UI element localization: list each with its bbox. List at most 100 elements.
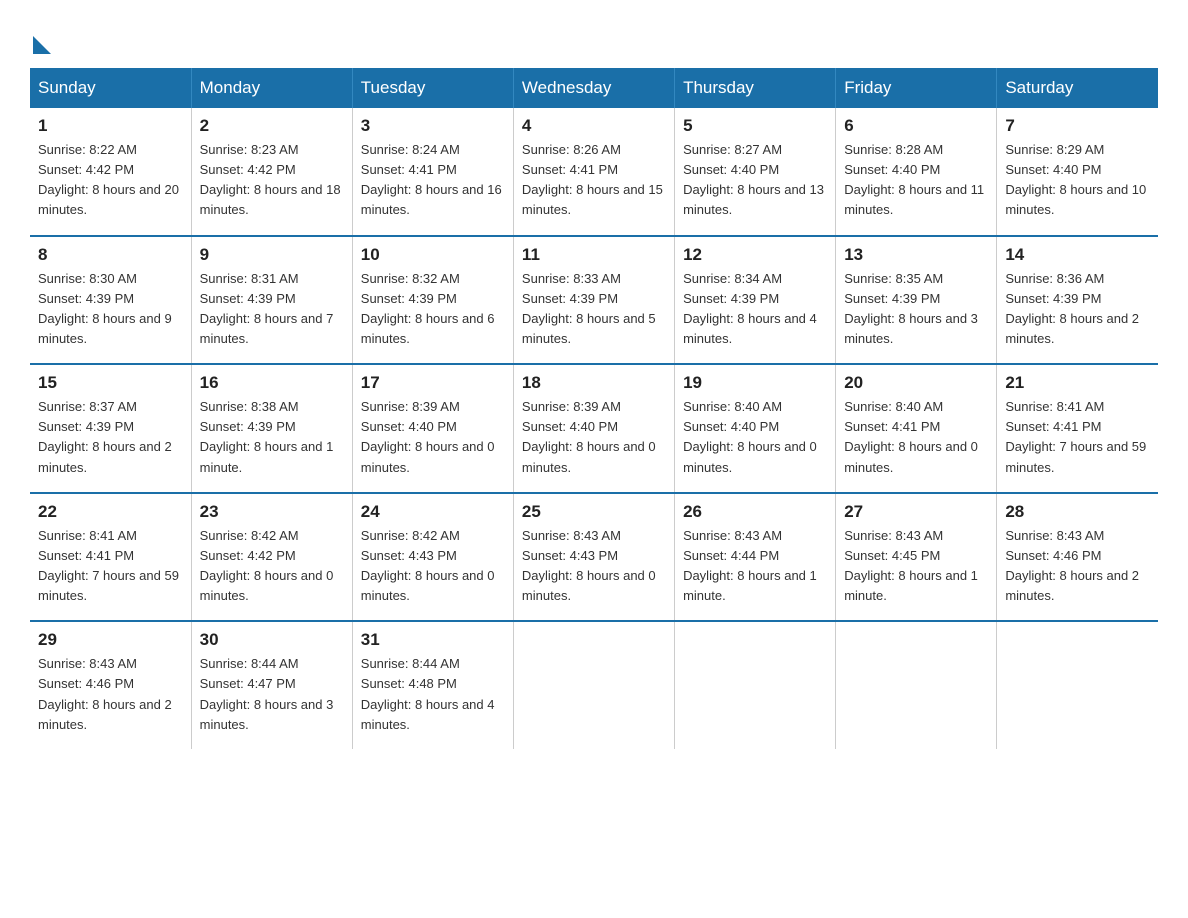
- day-number: 10: [361, 245, 505, 265]
- calendar-cell: 18 Sunrise: 8:39 AMSunset: 4:40 PMDaylig…: [513, 364, 674, 493]
- day-info: Sunrise: 8:39 AMSunset: 4:40 PMDaylight:…: [361, 399, 495, 474]
- day-number: 18: [522, 373, 666, 393]
- day-number: 20: [844, 373, 988, 393]
- day-number: 28: [1005, 502, 1150, 522]
- header-friday: Friday: [836, 68, 997, 108]
- calendar-cell: 11 Sunrise: 8:33 AMSunset: 4:39 PMDaylig…: [513, 236, 674, 365]
- calendar-cell: 6 Sunrise: 8:28 AMSunset: 4:40 PMDayligh…: [836, 108, 997, 236]
- calendar-cell: 20 Sunrise: 8:40 AMSunset: 4:41 PMDaylig…: [836, 364, 997, 493]
- day-number: 29: [38, 630, 183, 650]
- day-number: 14: [1005, 245, 1150, 265]
- calendar-cell: 17 Sunrise: 8:39 AMSunset: 4:40 PMDaylig…: [352, 364, 513, 493]
- calendar-cell: 28 Sunrise: 8:43 AMSunset: 4:46 PMDaylig…: [997, 493, 1158, 622]
- calendar-cell: 3 Sunrise: 8:24 AMSunset: 4:41 PMDayligh…: [352, 108, 513, 236]
- day-info: Sunrise: 8:24 AMSunset: 4:41 PMDaylight:…: [361, 142, 502, 217]
- calendar-cell: 12 Sunrise: 8:34 AMSunset: 4:39 PMDaylig…: [675, 236, 836, 365]
- calendar-cell: 31 Sunrise: 8:44 AMSunset: 4:48 PMDaylig…: [352, 621, 513, 749]
- header-thursday: Thursday: [675, 68, 836, 108]
- calendar-cell: 8 Sunrise: 8:30 AMSunset: 4:39 PMDayligh…: [30, 236, 191, 365]
- calendar-cell: [997, 621, 1158, 749]
- day-info: Sunrise: 8:28 AMSunset: 4:40 PMDaylight:…: [844, 142, 984, 217]
- calendar-cell: 30 Sunrise: 8:44 AMSunset: 4:47 PMDaylig…: [191, 621, 352, 749]
- calendar-cell: 9 Sunrise: 8:31 AMSunset: 4:39 PMDayligh…: [191, 236, 352, 365]
- day-info: Sunrise: 8:44 AMSunset: 4:47 PMDaylight:…: [200, 656, 334, 731]
- day-info: Sunrise: 8:35 AMSunset: 4:39 PMDaylight:…: [844, 271, 978, 346]
- calendar-cell: 25 Sunrise: 8:43 AMSunset: 4:43 PMDaylig…: [513, 493, 674, 622]
- day-info: Sunrise: 8:26 AMSunset: 4:41 PMDaylight:…: [522, 142, 663, 217]
- calendar-week-row: 1 Sunrise: 8:22 AMSunset: 4:42 PMDayligh…: [30, 108, 1158, 236]
- day-number: 3: [361, 116, 505, 136]
- calendar-cell: 23 Sunrise: 8:42 AMSunset: 4:42 PMDaylig…: [191, 493, 352, 622]
- day-info: Sunrise: 8:44 AMSunset: 4:48 PMDaylight:…: [361, 656, 495, 731]
- calendar-cell: [675, 621, 836, 749]
- day-info: Sunrise: 8:31 AMSunset: 4:39 PMDaylight:…: [200, 271, 334, 346]
- day-info: Sunrise: 8:37 AMSunset: 4:39 PMDaylight:…: [38, 399, 172, 474]
- day-info: Sunrise: 8:41 AMSunset: 4:41 PMDaylight:…: [1005, 399, 1146, 474]
- day-number: 19: [683, 373, 827, 393]
- logo: [30, 30, 51, 50]
- day-number: 16: [200, 373, 344, 393]
- day-number: 6: [844, 116, 988, 136]
- header-wednesday: Wednesday: [513, 68, 674, 108]
- calendar-cell: 19 Sunrise: 8:40 AMSunset: 4:40 PMDaylig…: [675, 364, 836, 493]
- day-info: Sunrise: 8:41 AMSunset: 4:41 PMDaylight:…: [38, 528, 179, 603]
- calendar-table: SundayMondayTuesdayWednesdayThursdayFrid…: [30, 68, 1158, 749]
- day-number: 17: [361, 373, 505, 393]
- calendar-cell: [836, 621, 997, 749]
- day-info: Sunrise: 8:42 AMSunset: 4:42 PMDaylight:…: [200, 528, 334, 603]
- day-number: 21: [1005, 373, 1150, 393]
- day-number: 7: [1005, 116, 1150, 136]
- calendar-week-row: 22 Sunrise: 8:41 AMSunset: 4:41 PMDaylig…: [30, 493, 1158, 622]
- day-number: 11: [522, 245, 666, 265]
- day-info: Sunrise: 8:40 AMSunset: 4:40 PMDaylight:…: [683, 399, 817, 474]
- day-info: Sunrise: 8:36 AMSunset: 4:39 PMDaylight:…: [1005, 271, 1139, 346]
- calendar-cell: 26 Sunrise: 8:43 AMSunset: 4:44 PMDaylig…: [675, 493, 836, 622]
- calendar-cell: 15 Sunrise: 8:37 AMSunset: 4:39 PMDaylig…: [30, 364, 191, 493]
- calendar-cell: [513, 621, 674, 749]
- day-info: Sunrise: 8:30 AMSunset: 4:39 PMDaylight:…: [38, 271, 172, 346]
- day-info: Sunrise: 8:43 AMSunset: 4:46 PMDaylight:…: [38, 656, 172, 731]
- calendar-week-row: 8 Sunrise: 8:30 AMSunset: 4:39 PMDayligh…: [30, 236, 1158, 365]
- day-number: 25: [522, 502, 666, 522]
- day-info: Sunrise: 8:32 AMSunset: 4:39 PMDaylight:…: [361, 271, 495, 346]
- calendar-cell: 24 Sunrise: 8:42 AMSunset: 4:43 PMDaylig…: [352, 493, 513, 622]
- day-info: Sunrise: 8:27 AMSunset: 4:40 PMDaylight:…: [683, 142, 824, 217]
- calendar-cell: 7 Sunrise: 8:29 AMSunset: 4:40 PMDayligh…: [997, 108, 1158, 236]
- day-number: 15: [38, 373, 183, 393]
- day-info: Sunrise: 8:40 AMSunset: 4:41 PMDaylight:…: [844, 399, 978, 474]
- calendar-cell: 1 Sunrise: 8:22 AMSunset: 4:42 PMDayligh…: [30, 108, 191, 236]
- day-number: 5: [683, 116, 827, 136]
- day-number: 13: [844, 245, 988, 265]
- calendar-cell: 21 Sunrise: 8:41 AMSunset: 4:41 PMDaylig…: [997, 364, 1158, 493]
- day-info: Sunrise: 8:39 AMSunset: 4:40 PMDaylight:…: [522, 399, 656, 474]
- day-number: 8: [38, 245, 183, 265]
- day-number: 26: [683, 502, 827, 522]
- day-info: Sunrise: 8:43 AMSunset: 4:43 PMDaylight:…: [522, 528, 656, 603]
- calendar-cell: 22 Sunrise: 8:41 AMSunset: 4:41 PMDaylig…: [30, 493, 191, 622]
- calendar-cell: 10 Sunrise: 8:32 AMSunset: 4:39 PMDaylig…: [352, 236, 513, 365]
- day-number: 24: [361, 502, 505, 522]
- header-tuesday: Tuesday: [352, 68, 513, 108]
- day-number: 4: [522, 116, 666, 136]
- calendar-cell: 14 Sunrise: 8:36 AMSunset: 4:39 PMDaylig…: [997, 236, 1158, 365]
- day-number: 2: [200, 116, 344, 136]
- day-number: 9: [200, 245, 344, 265]
- day-number: 1: [38, 116, 183, 136]
- calendar-cell: 29 Sunrise: 8:43 AMSunset: 4:46 PMDaylig…: [30, 621, 191, 749]
- header-saturday: Saturday: [997, 68, 1158, 108]
- day-info: Sunrise: 8:38 AMSunset: 4:39 PMDaylight:…: [200, 399, 334, 474]
- day-number: 12: [683, 245, 827, 265]
- calendar-cell: 16 Sunrise: 8:38 AMSunset: 4:39 PMDaylig…: [191, 364, 352, 493]
- day-info: Sunrise: 8:22 AMSunset: 4:42 PMDaylight:…: [38, 142, 179, 217]
- calendar-cell: 13 Sunrise: 8:35 AMSunset: 4:39 PMDaylig…: [836, 236, 997, 365]
- day-info: Sunrise: 8:42 AMSunset: 4:43 PMDaylight:…: [361, 528, 495, 603]
- calendar-cell: 5 Sunrise: 8:27 AMSunset: 4:40 PMDayligh…: [675, 108, 836, 236]
- day-info: Sunrise: 8:29 AMSunset: 4:40 PMDaylight:…: [1005, 142, 1146, 217]
- day-number: 22: [38, 502, 183, 522]
- header-monday: Monday: [191, 68, 352, 108]
- calendar-header-row: SundayMondayTuesdayWednesdayThursdayFrid…: [30, 68, 1158, 108]
- day-number: 27: [844, 502, 988, 522]
- day-info: Sunrise: 8:33 AMSunset: 4:39 PMDaylight:…: [522, 271, 656, 346]
- calendar-cell: 27 Sunrise: 8:43 AMSunset: 4:45 PMDaylig…: [836, 493, 997, 622]
- day-info: Sunrise: 8:34 AMSunset: 4:39 PMDaylight:…: [683, 271, 817, 346]
